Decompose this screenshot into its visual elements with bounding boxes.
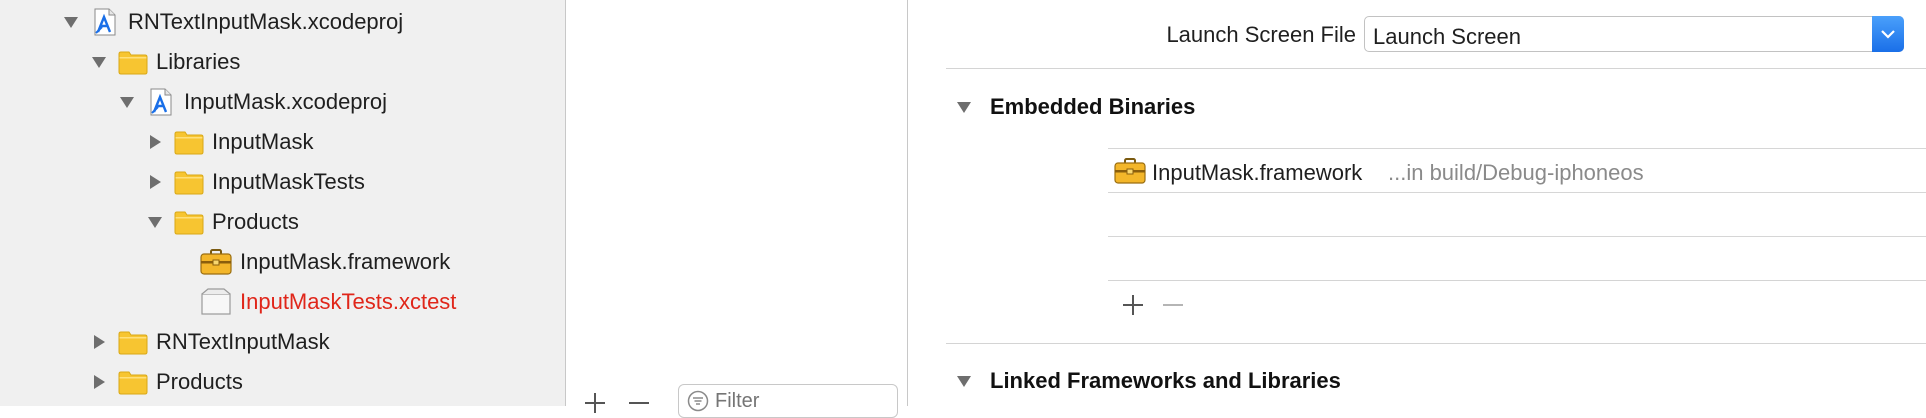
tree-item-label: Products xyxy=(212,209,299,234)
disclosure-collapsed-icon[interactable] xyxy=(146,133,164,151)
tree-item-label: InputMask.framework xyxy=(240,249,451,274)
disclosure-collapsed-icon[interactable] xyxy=(90,333,108,351)
plus-icon xyxy=(1123,295,1143,315)
table-row-empty xyxy=(1108,236,1926,280)
target-general-editor: Launch Screen File Launch Screen Embedde… xyxy=(908,0,1926,406)
embedded-binaries-table: InputMask.framework ...in build/Debug-ip… xyxy=(1108,148,1926,282)
table-row-empty xyxy=(1108,192,1926,236)
folder-icon xyxy=(174,208,204,236)
xcodeproj-icon xyxy=(146,88,176,116)
minus-icon xyxy=(629,402,649,404)
chevron-down-icon[interactable] xyxy=(1872,16,1904,52)
disclosure-expanded-icon[interactable] xyxy=(954,371,974,391)
tree-item-label: InputMask xyxy=(212,129,314,154)
xctest-icon xyxy=(200,288,232,316)
embedded-binaries-header[interactable]: Embedded Binaries xyxy=(954,94,1195,120)
tree-row-rntextinputmask-xcodeproj[interactable]: RNTextInputMask.xcodeproj xyxy=(62,2,403,42)
launch-screen-label: Launch Screen File xyxy=(1166,22,1356,47)
tree-item-label: RNTextInputMask xyxy=(156,329,330,354)
filter-input[interactable] xyxy=(715,389,875,413)
tree-row-inputmasktests-folder[interactable]: InputMaskTests xyxy=(146,162,365,202)
framework-icon xyxy=(200,248,232,276)
embedded-binary-path: ...in build/Debug-iphoneos xyxy=(1388,160,1644,185)
section-title: Embedded Binaries xyxy=(990,94,1196,119)
filter-icon xyxy=(687,390,709,412)
tree-item-label-missing: InputMaskTests.xctest xyxy=(240,289,457,314)
remove-embedded-binary-button[interactable] xyxy=(1158,290,1188,320)
disclosure-expanded-icon[interactable] xyxy=(90,53,108,71)
divider xyxy=(946,68,1926,69)
disclosure-expanded-icon[interactable] xyxy=(62,13,80,31)
tree-row-products-inner[interactable]: Products xyxy=(146,202,299,242)
folder-icon xyxy=(174,128,204,156)
framework-icon xyxy=(1114,157,1146,185)
tree-row-libraries[interactable]: Libraries xyxy=(90,42,240,82)
tree-item-label: InputMaskTests xyxy=(212,169,365,194)
disclosure-expanded-icon[interactable] xyxy=(118,93,136,111)
tree-row-inputmask-xcodeproj[interactable]: InputMask.xcodeproj xyxy=(118,82,387,122)
targets-pane xyxy=(566,0,908,418)
add-target-button[interactable] xyxy=(580,388,610,418)
embedded-binary-name: InputMask.framework xyxy=(1152,160,1363,185)
remove-target-button[interactable] xyxy=(624,388,654,418)
add-embedded-binary-button[interactable] xyxy=(1118,290,1148,320)
plus-icon xyxy=(585,393,605,413)
tree-row-products-outer[interactable]: Products xyxy=(90,362,243,402)
minus-icon xyxy=(1163,304,1183,306)
disclosure-collapsed-icon[interactable] xyxy=(90,373,108,391)
tree-item-label: RNTextInputMask.xcodeproj xyxy=(128,9,404,34)
disclosure-expanded-icon[interactable] xyxy=(146,213,164,231)
tree-row-inputmasktests-xctest[interactable]: InputMaskTests.xctest xyxy=(200,282,456,322)
xcodeproj-icon xyxy=(90,8,120,36)
linked-frameworks-header[interactable]: Linked Frameworks and Libraries xyxy=(954,368,1341,394)
tree-row-rntextinputmask-folder[interactable]: RNTextInputMask xyxy=(90,322,330,362)
folder-icon xyxy=(118,48,148,76)
section-title: Linked Frameworks and Libraries xyxy=(990,368,1341,393)
divider xyxy=(1108,280,1926,281)
embedded-binaries-controls xyxy=(1118,288,1238,324)
folder-icon xyxy=(118,328,148,356)
launch-screen-select[interactable]: Launch Screen xyxy=(1364,16,1904,52)
table-row[interactable]: InputMask.framework ...in build/Debug-ip… xyxy=(1108,148,1926,192)
launch-screen-value: Launch Screen xyxy=(1373,24,1521,49)
tree-row-inputmask-folder[interactable]: InputMask xyxy=(146,122,314,162)
tree-item-label: InputMask.xcodeproj xyxy=(184,89,387,114)
divider xyxy=(946,343,1926,344)
folder-icon xyxy=(174,168,204,196)
disclosure-expanded-icon[interactable] xyxy=(954,97,974,117)
tree-item-label: Libraries xyxy=(156,49,241,74)
launch-screen-row: Launch Screen File Launch Screen xyxy=(908,10,1926,58)
project-navigator: RNTextInputMask.xcodeproj Libraries Inpu… xyxy=(0,0,566,406)
tree-row-inputmask-framework[interactable]: InputMask.framework xyxy=(200,242,450,282)
folder-icon xyxy=(118,368,148,396)
filter-field[interactable] xyxy=(678,384,898,418)
disclosure-collapsed-icon[interactable] xyxy=(146,173,164,191)
tree-item-label: Products xyxy=(156,369,243,394)
